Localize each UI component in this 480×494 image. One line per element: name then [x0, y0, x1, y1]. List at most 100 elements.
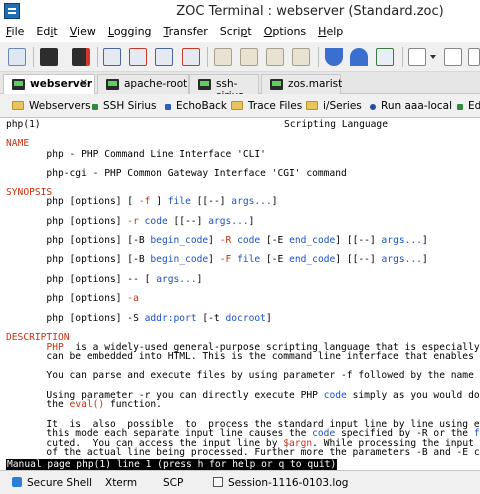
text-segment: args...	[231, 196, 272, 207]
disconnect-icon[interactable]	[127, 46, 149, 68]
menu-item[interactable]: File	[0, 22, 30, 42]
text-segment: -r	[127, 216, 139, 227]
text-segment: ]	[248, 216, 255, 227]
host-bookmark-bar: Webservers SSH Sirius EchoBack Trace Fil…	[0, 94, 480, 118]
reconnect-icon[interactable]	[153, 46, 175, 68]
synopsis-line: php [options] [ -f ] file [[--] args...]	[6, 196, 278, 208]
window-title: ZOC Terminal : webserver (Standard.zoc)	[176, 4, 444, 19]
host-icon	[165, 104, 171, 110]
text-segment: php [options] [-B	[6, 254, 151, 265]
synopsis-line: php [options] -- [ args...]	[6, 274, 202, 286]
menu-item[interactable]: Options	[258, 22, 312, 42]
text-segment: ]	[150, 196, 168, 207]
script-icon	[370, 104, 376, 110]
bookmark-ed[interactable]: Ed	[457, 100, 480, 112]
download-icon[interactable]	[323, 46, 345, 68]
close-session-icon[interactable]	[180, 46, 202, 68]
description-line: can be embedded into HTML. This is the c…	[6, 351, 474, 362]
menu-item[interactable]: Transfer	[158, 22, 214, 42]
synopsis-line: php [options] -S addr:port [-t docroot]	[6, 313, 271, 325]
text-segment: end_code	[289, 235, 336, 246]
terminal-line: php - PHP Command Line Interface 'CLI'	[6, 149, 266, 160]
clipboard-icon[interactable]	[290, 46, 312, 68]
status-connection-type[interactable]: Secure Shell	[12, 477, 92, 489]
synopsis-line: php [options] [-B begin_code] -F file [-…	[6, 254, 427, 266]
sort-icon[interactable]	[6, 46, 28, 68]
session-tab-bar: webserver ✕ apache-root ssh-sirius zos.m…	[0, 72, 480, 102]
text-segment: [[--]	[167, 216, 209, 227]
status-emulation[interactable]: Xterm	[105, 477, 137, 489]
bookmark-trace-files[interactable]: Trace Files	[231, 100, 302, 112]
text-segment: code	[144, 216, 168, 227]
paste-icon[interactable]	[238, 46, 260, 68]
terminal-icon	[12, 79, 25, 90]
description-line: the eval() function.	[6, 399, 162, 411]
logging-checkbox[interactable]	[213, 477, 223, 487]
new-session-icon[interactable]	[38, 46, 60, 68]
close-icon[interactable]: ✕	[80, 78, 88, 89]
bookmark-run-aaa-local[interactable]: Run aaa-local	[370, 100, 452, 112]
menu-item[interactable]: Edit	[30, 22, 63, 42]
status-log-file[interactable]: Session-1116-0103.log	[213, 477, 348, 489]
chevron-down-icon[interactable]	[428, 46, 438, 68]
run-script-icon[interactable]	[406, 46, 428, 68]
text-segment: ] [[--]	[335, 235, 382, 246]
lock-icon	[12, 477, 22, 487]
text-segment: end_code	[289, 254, 336, 265]
status-transfer-protocol[interactable]: SCP	[163, 477, 183, 489]
toolbar-separator	[97, 47, 98, 67]
connect-icon[interactable]	[101, 46, 123, 68]
toolbar-separator	[207, 47, 208, 67]
text-segment: f	[473, 428, 480, 439]
description-line: You can parse and execute files by using…	[6, 370, 474, 381]
synopsis-line: php [options] [-B begin_code] -R code [-…	[6, 235, 427, 247]
text-segment: simply as you would do	[346, 390, 480, 401]
toolbar-separator	[33, 47, 34, 67]
stop-script-icon[interactable]	[442, 46, 464, 68]
bookmark-iseries[interactable]: i/Series	[306, 100, 362, 112]
tab-webserver[interactable]: webserver ✕	[3, 74, 95, 95]
text-segment: ]	[196, 274, 203, 285]
script-menu-icon[interactable]	[466, 46, 480, 68]
bookmark-ssh-sirius[interactable]: SSH Sirius	[92, 100, 157, 112]
menu-bar: File Edit View Logging Transfer Script Options…	[0, 22, 480, 42]
text-segment: args...	[208, 216, 249, 227]
bookmark-echoback[interactable]: EchoBack	[165, 100, 227, 112]
toolbar-separator	[402, 47, 403, 67]
man-header-left: php(1)	[6, 119, 41, 130]
menu-item[interactable]: Help	[312, 22, 349, 42]
text-segment: ]	[208, 235, 220, 246]
tab-ssh-sirius[interactable]: ssh-sirius	[189, 74, 259, 102]
tab-label: apache-root	[124, 78, 188, 90]
terminal-icon	[106, 79, 119, 90]
quick-connect-icon[interactable]	[70, 46, 92, 68]
text-segment: code	[237, 235, 261, 246]
text-segment: file	[237, 254, 261, 265]
text-segment: [-E	[260, 235, 290, 246]
menu-item[interactable]: View	[64, 22, 102, 42]
tab-apache-root[interactable]: apache-root	[97, 74, 189, 94]
text-segment: args...	[156, 274, 197, 285]
text-segment: eval()	[69, 399, 105, 410]
host-icon	[457, 104, 463, 110]
text-segment: -f	[138, 196, 151, 207]
abc-def-icon[interactable]	[374, 46, 396, 68]
text-segment: -R	[219, 235, 232, 246]
copy-icon[interactable]	[212, 46, 234, 68]
text-segment: php [options]	[6, 293, 128, 304]
bookmark-webservers[interactable]: Webservers	[12, 100, 91, 112]
text-segment: ]	[271, 196, 278, 207]
upload-icon[interactable]	[348, 46, 370, 68]
terminal-screen[interactable]: php(1) Scripting Language NAME php - PHP…	[4, 118, 480, 470]
synopsis-line: php [options] -a	[6, 293, 138, 305]
menu-item[interactable]: Script	[214, 22, 258, 42]
toolbar-separator	[318, 47, 319, 67]
menu-item[interactable]: Logging	[102, 22, 158, 42]
text-segment: docroot	[225, 313, 266, 324]
pager-status-line: Manual page php(1) line 1 (press h for h…	[6, 459, 338, 470]
tab-label: zos.marist	[288, 78, 343, 90]
text-segment: code	[323, 390, 347, 401]
paste-special-icon[interactable]	[264, 46, 286, 68]
text-segment: ]	[208, 254, 220, 265]
tab-zos-marist[interactable]: zos.marist	[261, 74, 343, 94]
